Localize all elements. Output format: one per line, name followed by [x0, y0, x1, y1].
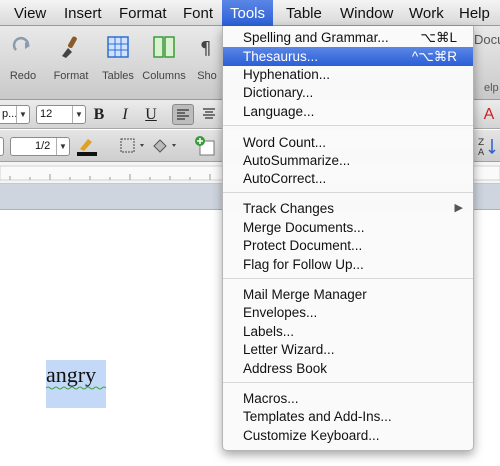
chevron-down-icon[interactable]: ▼ [16, 106, 29, 123]
menu-item-flag-follow-up[interactable]: Flag for Follow Up... [223, 255, 473, 274]
menu-item-letter-wizard[interactable]: Letter Wizard... [223, 340, 473, 359]
menu-item-language[interactable]: Language... [223, 102, 473, 121]
submenu-arrow-icon: ▶ [454, 202, 463, 214]
menu-item-autosummarize[interactable]: AutoSummarize... [223, 151, 473, 170]
bold-button[interactable]: B [88, 104, 110, 125]
pilcrow-icon: ¶ [200, 38, 211, 59]
svg-text:A: A [478, 148, 485, 157]
columns-label: Columns [142, 70, 186, 82]
show-label: Sho [197, 70, 217, 82]
menu-item-macros[interactable]: Macros... [223, 389, 473, 408]
border-icon[interactable] [118, 136, 148, 156]
menu-item-templates-add-ins[interactable]: Templates and Add-Ins... [223, 407, 473, 426]
menu-bar: View Insert Format Font Tools Table Wind… [0, 0, 500, 26]
menu-item-spelling[interactable]: Spelling and Grammar... ⌥⌘L [223, 28, 473, 47]
menu-insert[interactable]: Insert [64, 0, 102, 26]
paintbrush-icon [62, 36, 77, 58]
menu-item-hyphenation[interactable]: Hyphenation... [223, 65, 473, 84]
menu-font[interactable]: Font [183, 0, 213, 26]
menu-item-word-count[interactable]: Word Count... [223, 133, 473, 152]
align-center-icon [203, 108, 215, 119]
menu-item-dictionary[interactable]: Dictionary... [223, 83, 473, 102]
menu-item-label: Track Changes [243, 201, 335, 216]
line-spacing-value: 1/2 [35, 140, 51, 152]
tables-button[interactable]: Tables [95, 30, 141, 96]
menu-item-labels[interactable]: Labels... [223, 322, 473, 341]
selected-word[interactable]: angry [46, 362, 96, 388]
menu-window[interactable]: Window [340, 0, 393, 26]
font-color-button[interactable]: A [478, 104, 500, 125]
menu-format[interactable]: Format [119, 0, 167, 26]
tables-label: Tables [102, 70, 134, 82]
shading-icon[interactable] [150, 136, 180, 156]
menu-item-envelopes[interactable]: Envelopes... [223, 303, 473, 322]
menu-help[interactable]: Help [459, 0, 490, 26]
align-center-button[interactable] [198, 104, 220, 125]
menu-item-track-changes[interactable]: Track Changes ▶ [223, 199, 473, 218]
columns-button[interactable]: Columns [141, 30, 187, 96]
menu-item-thesaurus[interactable]: Thesaurus... ^⌥⌘R [223, 47, 473, 66]
align-left-button[interactable] [172, 104, 194, 125]
sort-icon[interactable]: ZA [476, 135, 498, 157]
menu-item-mail-merge-manager[interactable]: Mail Merge Manager [223, 285, 473, 304]
menu-view[interactable]: View [14, 0, 46, 26]
menu-item-label: Thesaurus... [243, 49, 319, 64]
underline-button[interactable]: U [140, 104, 162, 125]
line-spacing-combo[interactable]: 1/2 ▼ [10, 137, 70, 156]
redo-icon [12, 36, 30, 51]
redo-button[interactable]: Redo [0, 30, 46, 96]
menu-item-autocorrect[interactable]: AutoCorrect... [223, 169, 473, 188]
menu-item-address-book[interactable]: Address Book [223, 359, 473, 378]
format-label: Format [53, 70, 89, 82]
partial-document-label: Docu [474, 32, 500, 47]
columns-icon [153, 36, 175, 58]
menu-item-label: Spelling and Grammar... [243, 30, 389, 45]
menu-item-shortcut: ^⌥⌘R [411, 49, 457, 64]
font-name-combo[interactable]: p... ▼ [0, 105, 30, 124]
chevron-down-icon[interactable]: ▼ [56, 138, 69, 155]
menu-separator [223, 382, 473, 383]
svg-text:Z: Z [478, 138, 484, 148]
svg-text:¶: ¶ [200, 38, 211, 59]
align-left-icon [177, 109, 189, 120]
menu-item-merge-documents[interactable]: Merge Documents... [223, 218, 473, 237]
redo-label: Redo [9, 70, 37, 82]
chevron-down-icon[interactable]: ▼ [72, 106, 85, 123]
menu-separator [223, 192, 473, 193]
partial-help-label: elp [484, 82, 499, 94]
menu-separator [223, 278, 473, 279]
font-size-combo[interactable]: 12 ▼ [36, 105, 86, 124]
font-size-value: 12 [40, 108, 53, 120]
menu-item-customize-keyboard[interactable]: Customize Keyboard... [223, 426, 473, 445]
grammar-squiggle [46, 386, 106, 390]
highlighter-icon[interactable] [74, 135, 100, 157]
table-icon [107, 36, 129, 58]
menu-work[interactable]: Work [409, 0, 444, 26]
menu-item-shortcut: ⌥⌘L [420, 30, 457, 45]
menu-separator [223, 125, 473, 126]
font-name-value: p... [2, 108, 18, 120]
italic-button[interactable]: I [114, 104, 136, 125]
format-button[interactable]: Format [48, 30, 94, 96]
style-combo-edge[interactable] [0, 137, 4, 156]
menu-tools[interactable]: Tools [222, 0, 274, 26]
add-grid-icon[interactable] [194, 135, 216, 157]
menu-table[interactable]: Table [286, 0, 322, 26]
tools-menu: Spelling and Grammar... ⌥⌘L Thesaurus...… [222, 26, 474, 451]
show-button[interactable]: ¶ Sho [192, 30, 222, 96]
menu-item-protect-document[interactable]: Protect Document... [223, 236, 473, 255]
